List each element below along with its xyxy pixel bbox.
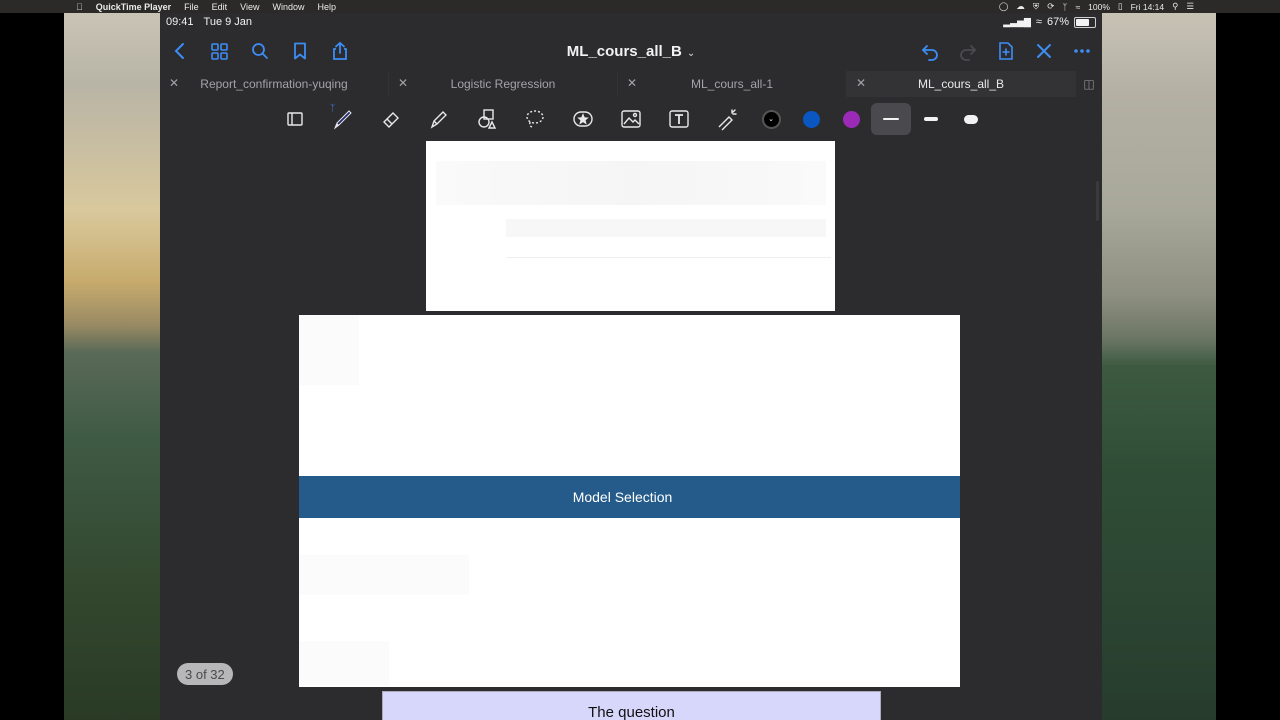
wifi-icon[interactable]: ≈ xyxy=(1075,2,1080,12)
status-date: Tue 9 Jan xyxy=(203,16,253,28)
close-tab-icon[interactable]: ✕ xyxy=(398,76,408,90)
add-page-icon[interactable] xyxy=(996,41,1016,61)
document-nav-bar: ML_cours_all_B ⌄ xyxy=(160,31,1102,71)
tab-label: Logistic Regression xyxy=(450,77,556,91)
spotlight-icon[interactable]: ⚲ xyxy=(1172,1,1178,12)
faded-content xyxy=(299,555,469,595)
stroke-thick-line xyxy=(964,114,978,124)
page-indicator[interactable]: 3 of 32 xyxy=(177,663,233,685)
menu-view[interactable]: View xyxy=(240,2,259,12)
ipad-status-bar: 09:41 Tue 9 Jan ▂▃▅▇ ≈ 67% xyxy=(160,13,1102,31)
purple-dot xyxy=(842,110,860,128)
document-title: ML_cours_all_B xyxy=(566,42,682,60)
stroke-thick[interactable] xyxy=(951,103,991,135)
annotation-toolbar: ᛉ ⌄ xyxy=(160,97,1102,141)
document-tabs: ✕ Report_confirmation-yuqing ✕ Logistic … xyxy=(160,71,1102,97)
control-center-icon[interactable]: ☰ xyxy=(1186,1,1194,12)
close-tab-icon[interactable]: ✕ xyxy=(627,76,637,90)
status-time: 09:41 xyxy=(166,16,194,28)
airdrop-icon[interactable]: ◯ xyxy=(999,1,1009,12)
document-canvas[interactable]: Model Selection The question 3 of 32 xyxy=(160,141,1102,720)
elements-icon[interactable] xyxy=(559,103,607,135)
chevron-down-icon: ⌄ xyxy=(761,109,781,129)
menu-file[interactable]: File xyxy=(184,2,199,12)
faded-content xyxy=(436,161,826,205)
tab-ml-cours-all-b[interactable]: ✕ ML_cours_all_B xyxy=(847,71,1076,97)
shapes-icon[interactable] xyxy=(463,103,511,135)
ipad-screen: 09:41 Tue 9 Jan ▂▃▅▇ ≈ 67% ML_cours_all_… xyxy=(160,13,1102,720)
next-slide-title: The question xyxy=(588,704,675,720)
bookmark-icon[interactable] xyxy=(290,41,310,61)
time-machine-icon[interactable]: ⟳ xyxy=(1047,1,1054,12)
mac-clock[interactable]: Fri 14:14 xyxy=(1131,2,1165,12)
thumbnails-grid-icon[interactable] xyxy=(210,41,230,61)
faded-rule xyxy=(506,257,831,258)
page-indicator-label: 3 of 32 xyxy=(185,666,225,682)
close-tab-icon[interactable]: ✕ xyxy=(856,76,866,90)
section-band: Model Selection xyxy=(299,476,960,518)
previous-page[interactable] xyxy=(426,141,835,311)
desktop-wallpaper-right xyxy=(1102,13,1216,720)
menu-window[interactable]: Window xyxy=(273,2,305,12)
chevron-down-icon: ⌄ xyxy=(686,47,696,59)
blue-dot xyxy=(802,110,820,128)
laser-pointer-icon[interactable] xyxy=(703,103,751,135)
tab-label: ML_cours_all-1 xyxy=(690,77,774,91)
menu-help[interactable]: Help xyxy=(318,2,337,12)
letterbox-left xyxy=(0,13,64,720)
close-tab-icon[interactable]: ✕ xyxy=(169,76,179,90)
letterbox-right xyxy=(1216,13,1280,720)
pen-icon[interactable]: ᛉ xyxy=(319,103,367,135)
color-swatch-blue[interactable] xyxy=(791,103,831,135)
wifi-status-icon: ≈ xyxy=(1035,16,1042,28)
lasso-icon[interactable] xyxy=(511,103,559,135)
text-icon[interactable] xyxy=(655,103,703,135)
cellular-icon: ▂▃▅▇ xyxy=(1003,16,1031,27)
tab-label: ML_cours_all_B xyxy=(917,77,1005,91)
eraser-icon[interactable] xyxy=(367,103,415,135)
menu-app-name[interactable]: QuickTime Player xyxy=(96,2,171,12)
section-title: Model Selection xyxy=(572,489,673,505)
shield-icon[interactable]: ⛨ xyxy=(1033,1,1039,12)
bluetooth-icon: ᛉ xyxy=(330,103,336,113)
undo-icon[interactable] xyxy=(920,41,940,61)
stroke-thin[interactable] xyxy=(871,103,911,135)
color-swatch-purple[interactable] xyxy=(831,103,871,135)
search-icon[interactable] xyxy=(250,41,270,61)
faded-content xyxy=(506,219,826,237)
battery-icon xyxy=(1074,16,1096,28)
stroke-medium[interactable] xyxy=(911,103,951,135)
current-slide[interactable]: Model Selection xyxy=(299,315,960,687)
share-icon[interactable] xyxy=(330,41,350,61)
scrollbar[interactable] xyxy=(1096,181,1099,221)
image-icon[interactable] xyxy=(607,103,655,135)
document-title-button[interactable]: ML_cours_all_B ⌄ xyxy=(567,43,695,60)
close-editing-icon[interactable] xyxy=(1034,41,1054,61)
cloud-icon[interactable]: ☁ xyxy=(1016,1,1025,12)
tab-ml-cours-all-1[interactable]: ✕ ML_cours_all-1 xyxy=(618,71,847,97)
mac-battery-icon: ▯ xyxy=(1117,1,1123,11)
redo-icon[interactable] xyxy=(958,41,978,61)
desktop-wallpaper-left xyxy=(64,13,160,720)
stroke-thin-line xyxy=(883,118,899,120)
bluetooth-icon[interactable]: ᛉ xyxy=(1062,2,1067,12)
status-battery-label: 67% xyxy=(1046,16,1069,28)
selection-tool-icon[interactable] xyxy=(271,103,319,135)
more-options-icon[interactable] xyxy=(1072,41,1092,61)
tab-logistic-regression[interactable]: ✕ Logistic Regression xyxy=(389,71,618,97)
tab-label: Report_confirmation-yuqing xyxy=(200,77,348,91)
highlighter-icon[interactable] xyxy=(415,103,463,135)
next-slide[interactable]: The question xyxy=(382,691,881,720)
menu-edit[interactable]: Edit xyxy=(212,2,228,12)
color-swatch-black[interactable]: ⌄ xyxy=(751,103,791,135)
apple-icon[interactable]:  xyxy=(76,2,83,12)
split-view-icon[interactable]: ◫ xyxy=(1076,71,1102,97)
back-chevron-icon[interactable] xyxy=(170,41,190,61)
mac-menu-bar:  QuickTime Player File Edit View Window… xyxy=(0,0,1280,13)
stroke-medium-line xyxy=(924,117,938,121)
tab-report-confirmation[interactable]: ✕ Report_confirmation-yuqing xyxy=(160,71,389,97)
faded-content xyxy=(299,315,359,385)
mac-battery-label[interactable]: 100% xyxy=(1088,2,1110,12)
faded-content xyxy=(299,641,389,685)
